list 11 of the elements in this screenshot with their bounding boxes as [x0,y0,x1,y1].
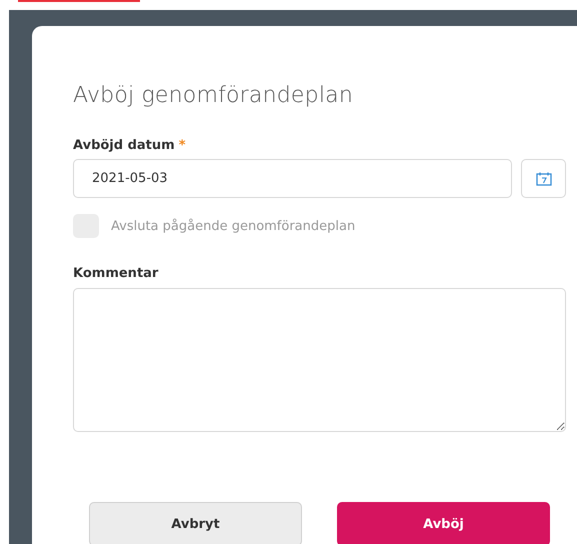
cancel-button[interactable]: Avbryt [89,502,302,544]
field-label: Kommentar [73,266,158,281]
reject-button[interactable]: Avböj [337,502,550,544]
required-mark: * [178,138,186,153]
dialog-title: Avböj genomförandeplan [73,83,354,108]
calendar-button[interactable] [521,159,566,198]
comment-field[interactable] [73,288,566,432]
field-label: Avböjd datum [73,138,175,153]
calendar-icon [536,172,552,186]
checkbox-label: Avsluta pågående genomförandeplan [111,218,356,234]
date-field[interactable]: 2021-05-03 [73,159,512,198]
